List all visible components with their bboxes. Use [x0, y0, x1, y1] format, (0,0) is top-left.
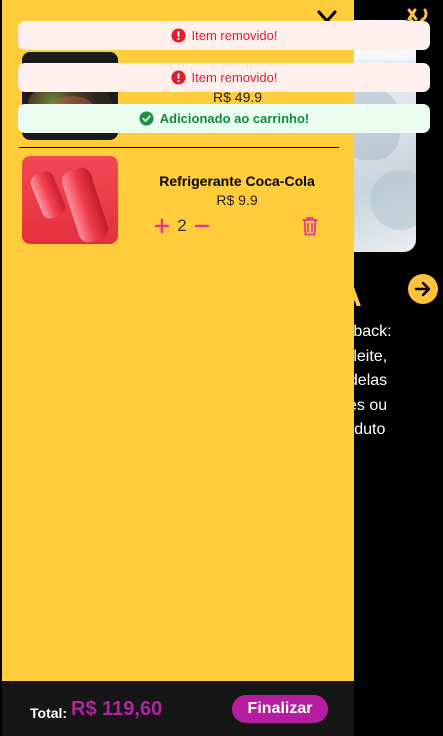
description-line: odelas — [340, 372, 388, 389]
total-label: Total: — [30, 705, 68, 721]
toast-text: Item removido! — [191, 28, 278, 43]
cart-item-image-coca-cola — [22, 156, 118, 244]
toast-text: Adicionado ao carrinho! — [159, 111, 310, 126]
minus-icon[interactable] — [194, 218, 210, 234]
item-divider — [19, 147, 339, 148]
description-line: utback: — [340, 323, 392, 340]
trash-icon[interactable] — [301, 216, 319, 236]
description-line: roduto — [340, 421, 386, 438]
total-value: R$ 119,60 — [71, 698, 163, 720]
toast-success[interactable]: Adicionado ao carrinho! — [18, 104, 430, 133]
arrow-right-icon — [414, 281, 431, 297]
next-arrow-button[interactable] — [408, 274, 438, 304]
toast-error[interactable]: Item removido! — [18, 63, 430, 92]
exclamation-circle-icon — [170, 28, 186, 43]
plus-icon[interactable] — [154, 218, 170, 234]
toast-error[interactable]: Item removido! — [18, 21, 430, 50]
checkout-button[interactable]: Finalizar — [232, 695, 328, 723]
description-line: zes ou — [340, 396, 388, 414]
cart-item-price: R$ 9.9 — [216, 192, 258, 208]
description-line: e leite, — [340, 347, 388, 365]
toast-text: Item removido! — [191, 70, 278, 85]
cart-item-name: Refrigerante Coca-Cola — [159, 173, 315, 189]
exclamation-circle-icon — [170, 70, 186, 85]
quantity-value: 2 — [177, 216, 187, 235]
check-circle-icon — [139, 111, 154, 126]
cart-footer: Total: R$ 119,60 Finalizar — [2, 681, 354, 736]
product-description: utback: e leite, odelas zes ou roduto — [340, 320, 443, 443]
